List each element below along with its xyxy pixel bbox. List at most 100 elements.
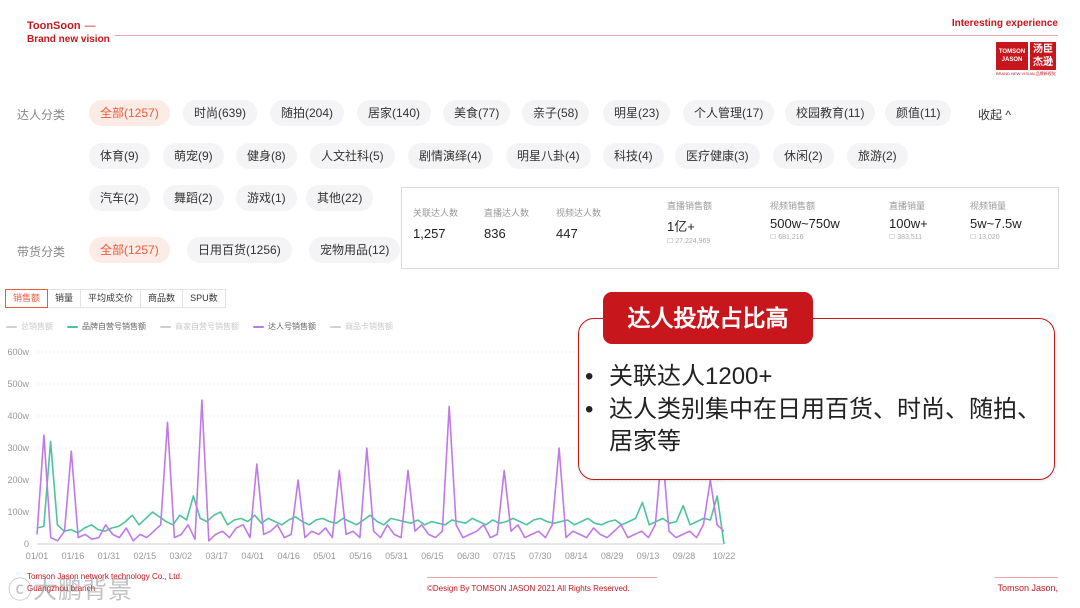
talent-chip[interactable]: 明星(23) <box>603 100 671 126</box>
stat-label: 视频销售额 <box>770 201 816 211</box>
logo-chinese: 汤臣 杰逊 <box>1030 42 1056 70</box>
x-tick-label: 01/31 <box>98 551 121 561</box>
y-tick-label: 300w <box>7 443 29 453</box>
x-tick-label: 10/22 <box>713 551 736 561</box>
stat-sub-value: ☐ 27,224,969 <box>667 238 711 245</box>
legend-swatch <box>253 325 264 328</box>
stat-value: 100w+ <box>889 216 928 231</box>
chart-metric-tabs: 销售额 销量 平均成交价 商品数 SPU数 <box>5 289 226 308</box>
x-tick-label: 03/02 <box>170 551 193 561</box>
stats-panel: 关联达人数 1,257 直播达人数 836 视频达人数 447 直播销售额 1亿… <box>401 187 1059 269</box>
callout-bullet-2: • 达人类别集中在日用百货、时尚、随拍、居家等 <box>585 394 1049 458</box>
stat-live-volume: 直播销量 100w+ ☐ 383,511 <box>889 199 928 241</box>
y-tick-label: 200w <box>7 475 29 485</box>
x-tick-label: 01/16 <box>62 551 85 561</box>
y-tick-label: 400w <box>7 411 29 421</box>
talent-chip[interactable]: 汽车(2) <box>89 185 150 211</box>
talent-chip[interactable]: 随拍(204) <box>270 100 345 126</box>
stat-sub-value: ☐ 681,216 <box>770 234 804 241</box>
legend-item[interactable]: 总销售额 <box>6 321 53 332</box>
talent-chip[interactable]: 亲子(58) <box>522 100 590 126</box>
stat-value: 447 <box>556 226 578 241</box>
talent-chip[interactable]: 旅游(2) <box>847 143 908 169</box>
talent-chip[interactable]: 科技(4) <box>603 143 664 169</box>
goods-category-label: 带货分类 <box>17 245 66 259</box>
talent-category-label: 达人分类 <box>17 108 66 122</box>
legend-label: 达人号销售额 <box>268 322 316 331</box>
x-tick-label: 05/01 <box>313 551 336 561</box>
stat-sub-value: ☐ 13,020 <box>970 234 1000 241</box>
goods-chip[interactable]: 全部(1257) <box>89 237 170 263</box>
collapse-toggle[interactable]: 收起 ^ <box>978 106 1011 123</box>
brand-dash: — <box>84 20 96 32</box>
legend-item[interactable]: 品牌自营号销售额 <box>67 321 146 332</box>
bullet-text: 关联达人1200+ <box>609 363 773 390</box>
logo-chinese-line1: 汤臣 <box>1033 44 1053 55</box>
bullet-text: 达人类别集中在日用百货、时尚、随拍、居家等 <box>609 396 1041 455</box>
brand-tagline: Brand new vision <box>27 34 110 45</box>
talent-chip[interactable]: 萌宠(9) <box>163 143 224 169</box>
talent-chip[interactable]: 休闲(2) <box>773 143 834 169</box>
x-tick-label: 04/01 <box>241 551 264 561</box>
x-tick-label: 09/28 <box>673 551 696 561</box>
logo-chinese-line2: 杰逊 <box>1033 57 1053 68</box>
logo-latin-line2: JASON <box>1001 57 1023 63</box>
stat-video-volume: 视频销量 5w~7.5w ☐ 13,020 <box>970 199 1022 241</box>
talent-chip[interactable]: 健身(8) <box>236 143 297 169</box>
talent-chip[interactable]: 明星八卦(4) <box>506 143 591 169</box>
talent-chip[interactable]: 全部(1257) <box>89 100 170 126</box>
talent-chip[interactable]: 美食(77) <box>443 100 511 126</box>
talent-chip[interactable]: 游戏(1) <box>236 185 297 211</box>
talent-chip[interactable]: 舞蹈(2) <box>163 185 224 211</box>
talent-chip[interactable]: 颜值(11) <box>885 100 952 126</box>
tab-product-count[interactable]: 商品数 <box>140 289 184 308</box>
y-tick-label: 0 <box>24 539 29 549</box>
bullet-dot: • <box>585 363 594 390</box>
stat-video-sales: 视频销售额 500w~750w ☐ 681,216 <box>770 199 840 241</box>
y-tick-label: 600w <box>7 347 29 357</box>
talent-chip[interactable]: 剧情演绎(4) <box>408 143 493 169</box>
talent-chip[interactable]: 居家(140) <box>357 100 432 126</box>
tab-avg-price[interactable]: 平均成交价 <box>80 289 142 308</box>
talent-chip[interactable]: 人文社科(5) <box>310 143 395 169</box>
legend-label: 总销售额 <box>21 322 53 331</box>
stat-value: 836 <box>484 226 506 241</box>
x-tick-label: 06/30 <box>457 551 480 561</box>
footer-divider-center <box>427 577 657 578</box>
talent-chip[interactable]: 校园教育(11) <box>785 100 876 126</box>
goods-chip[interactable]: 日用百货(1256) <box>187 237 292 263</box>
brand-name: ToonSoon <box>27 20 81 32</box>
talent-chip[interactable]: 其他(22) <box>306 185 374 211</box>
legend-item[interactable]: 商品卡销售额 <box>330 321 393 332</box>
goods-chip[interactable]: 宠物用品(12) <box>309 237 401 263</box>
watermark: ⓒ大鹏背景 <box>8 577 133 604</box>
tab-spu-count[interactable]: SPU数 <box>182 289 226 308</box>
stat-value: 5w~7.5w <box>970 216 1022 231</box>
y-tick-label: 100w <box>7 507 29 517</box>
x-tick-label: 04/16 <box>277 551 300 561</box>
talent-chip[interactable]: 时尚(639) <box>183 100 258 126</box>
logo-latin-line1: TOMSON <box>998 49 1026 55</box>
x-tick-label: 09/13 <box>637 551 660 561</box>
x-tick-label: 06/15 <box>421 551 444 561</box>
callout-title: 达人投放占比高 <box>603 292 813 344</box>
tab-sales-amount[interactable]: 销售额 <box>5 289 49 308</box>
talent-chip[interactable]: 体育(9) <box>89 143 150 169</box>
header-divider <box>115 35 1058 36</box>
footer-right-text: Tomson Jason, <box>997 583 1058 593</box>
x-tick-label: 03/17 <box>205 551 228 561</box>
tab-sales-volume[interactable]: 销量 <box>47 289 82 308</box>
legend-label: 品牌自营号销售额 <box>82 322 146 331</box>
x-tick-label: 08/14 <box>565 551 588 561</box>
legend-swatch <box>160 325 171 328</box>
logo-latin: TOMSON JASON <box>996 42 1028 70</box>
x-tick-label: 05/16 <box>349 551 372 561</box>
legend-item[interactable]: 商家自营号销售额 <box>160 321 239 332</box>
legend-swatch <box>330 325 341 328</box>
x-tick-label: 08/29 <box>601 551 624 561</box>
talent-chip[interactable]: 个人管理(17) <box>683 100 775 126</box>
legend-item[interactable]: 达人号销售额 <box>253 321 316 332</box>
talent-chip[interactable]: 医疗健康(3) <box>675 143 760 169</box>
x-tick-label: 07/30 <box>529 551 552 561</box>
stat-live-talents: 直播达人数 836 <box>484 206 529 241</box>
